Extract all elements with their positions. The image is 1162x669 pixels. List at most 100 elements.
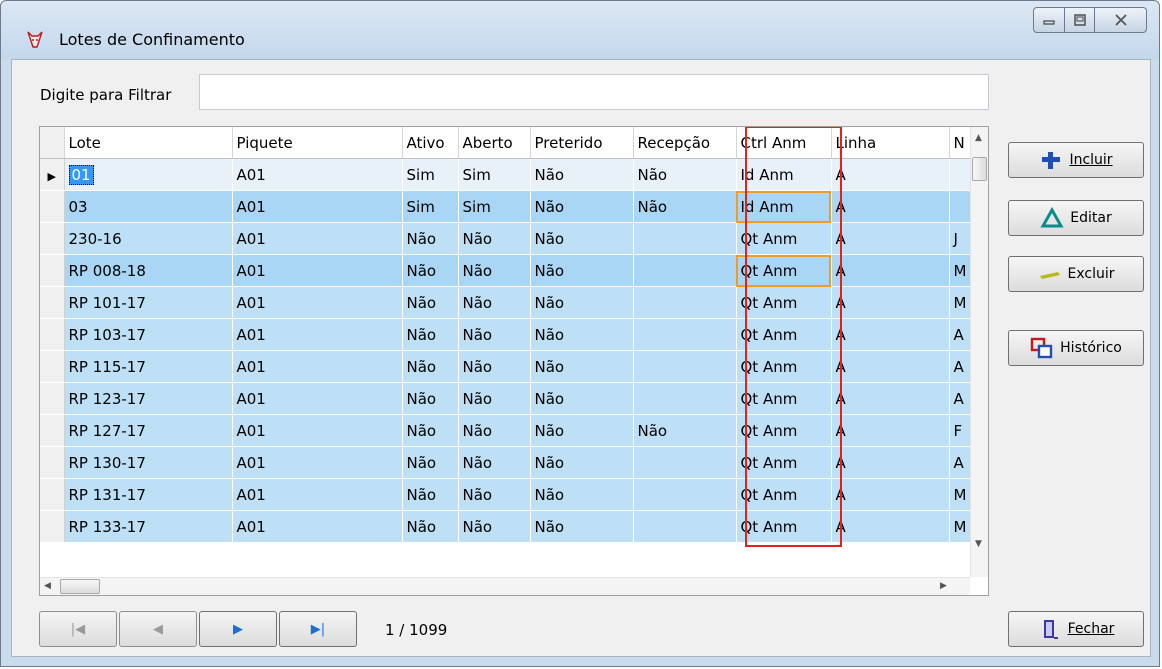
cell-piquete[interactable]: A01 [232,254,403,287]
vertical-scroll-thumb[interactable] [972,157,987,181]
cell-piquete[interactable]: A01 [232,222,403,255]
row-indicator[interactable] [40,286,65,319]
cell-ativo[interactable]: Não [402,446,459,479]
column-header-ativo[interactable]: Ativo [402,127,459,159]
previous-record-button[interactable]: ◀ [119,611,197,647]
row-indicator[interactable]: ▶ [40,158,65,191]
cell-next[interactable]: A [949,318,972,351]
cell-lote[interactable]: 01 [64,158,233,191]
cell-ctrl-anm[interactable]: Qt Anm [736,254,832,287]
cell-lote[interactable]: RP 131-17 [64,478,233,511]
cell-lote[interactable]: 230-16 [64,222,233,255]
cell-linha[interactable]: A [831,254,950,287]
cell-lote[interactable]: 03 [64,190,233,223]
cell-preterido[interactable]: Não [530,158,634,191]
cell-recepcao[interactable] [633,350,737,383]
cell-next[interactable]: M [949,510,972,543]
cell-ativo[interactable]: Sim [402,158,459,191]
horizontal-scroll-thumb[interactable] [60,579,100,594]
cell-aberto[interactable]: Sim [458,158,531,191]
column-header-next[interactable]: N [949,127,972,159]
cell-next[interactable]: A [949,350,972,383]
cell-ativo[interactable]: Não [402,382,459,415]
cell-aberto[interactable]: Não [458,350,531,383]
cell-aberto[interactable]: Não [458,318,531,351]
scroll-left-icon[interactable]: ◀ [44,581,51,591]
cell-ctrl-anm[interactable]: Qt Anm [736,318,832,351]
cell-ctrl-anm[interactable]: Qt Anm [736,382,832,415]
cell-aberto[interactable]: Não [458,382,531,415]
cell-ativo[interactable]: Não [402,350,459,383]
cell-aberto[interactable]: Sim [458,190,531,223]
first-record-button[interactable]: |◀ [39,611,117,647]
cell-ctrl-anm[interactable]: Qt Anm [736,478,832,511]
table-row[interactable]: RP 123-17 A01 Não Não Não Qt Anm A A [40,382,972,415]
cell-next[interactable]: A [949,446,972,479]
cell-piquete[interactable]: A01 [232,286,403,319]
cell-linha[interactable]: A [831,318,950,351]
cell-linha[interactable]: A [831,190,950,223]
column-header-aberto[interactable]: Aberto [458,127,531,159]
cell-recepcao[interactable] [633,510,737,543]
column-header-linha[interactable]: Linha [831,127,950,159]
cell-recepcao[interactable]: Não [633,414,737,447]
table-row[interactable]: RP 133-17 A01 Não Não Não Qt Anm A M [40,510,972,543]
table-row[interactable]: RP 101-17 A01 Não Não Não Qt Anm A M [40,286,972,319]
vertical-scrollbar[interactable]: ▲ ▼ [970,127,988,577]
fechar-button[interactable]: Fechar [1008,611,1144,647]
row-indicator[interactable] [40,318,65,351]
cell-linha[interactable]: A [831,222,950,255]
scroll-down-icon[interactable]: ▼ [975,539,982,549]
cell-lote[interactable]: RP 123-17 [64,382,233,415]
table-row[interactable]: RP 008-18 A01 Não Não Não Qt Anm A M [40,254,972,287]
cell-preterido[interactable]: Não [530,318,634,351]
cell-aberto[interactable]: Não [458,222,531,255]
cell-aberto[interactable]: Não [458,286,531,319]
cell-recepcao[interactable] [633,318,737,351]
table-row[interactable]: ▶ 01 A01 Sim Sim Não Não Id Anm A [40,158,972,191]
cell-aberto[interactable]: Não [458,510,531,543]
cell-aberto[interactable]: Não [458,254,531,287]
cell-linha[interactable]: A [831,478,950,511]
row-indicator[interactable] [40,254,65,287]
table-row[interactable]: RP 131-17 A01 Não Não Não Qt Anm A M [40,478,972,511]
maximize-button[interactable] [1065,7,1095,33]
cell-linha[interactable]: A [831,510,950,543]
table-row[interactable]: 03 A01 Sim Sim Não Não Id Anm A [40,190,972,223]
table-row[interactable]: RP 115-17 A01 Não Não Não Qt Anm A A [40,350,972,383]
cell-ativo[interactable]: Não [402,254,459,287]
cell-piquete[interactable]: A01 [232,414,403,447]
column-header-recepcao[interactable]: Recepção [633,127,737,159]
table-row[interactable]: 230-16 A01 Não Não Não Qt Anm A J [40,222,972,255]
cell-ativo[interactable]: Não [402,414,459,447]
filter-input[interactable] [199,74,989,110]
cell-aberto[interactable]: Não [458,414,531,447]
cell-next[interactable] [949,158,972,191]
cell-linha[interactable]: A [831,382,950,415]
cell-preterido[interactable]: Não [530,222,634,255]
cell-piquete[interactable]: A01 [232,318,403,351]
lotes-grid[interactable]: Lote Piquete Ativo Aberto Preterido Rece… [39,126,989,596]
table-row[interactable]: RP 130-17 A01 Não Não Não Qt Anm A A [40,446,972,479]
cell-ativo[interactable]: Não [402,286,459,319]
cell-aberto[interactable]: Não [458,478,531,511]
cell-recepcao[interactable] [633,478,737,511]
cell-preterido[interactable]: Não [530,286,634,319]
minimize-button[interactable] [1033,7,1065,33]
cell-preterido[interactable]: Não [530,446,634,479]
cell-aberto[interactable]: Não [458,446,531,479]
row-indicator[interactable] [40,350,65,383]
cell-preterido[interactable]: Não [530,190,634,223]
cell-next[interactable]: F [949,414,972,447]
cell-recepcao[interactable]: Não [633,190,737,223]
scroll-right-icon[interactable]: ▶ [940,581,947,591]
cell-preterido[interactable]: Não [530,382,634,415]
cell-piquete[interactable]: A01 [232,190,403,223]
cell-lote[interactable]: RP 130-17 [64,446,233,479]
column-header-ctrl-anm[interactable]: Ctrl Anm [736,127,832,159]
cell-ctrl-anm[interactable]: Qt Anm [736,222,832,255]
cell-ctrl-anm[interactable]: Qt Anm [736,446,832,479]
cell-ctrl-anm[interactable]: Qt Anm [736,510,832,543]
title-bar[interactable]: Lotes de Confinamento [1,1,1159,59]
cell-preterido[interactable]: Não [530,350,634,383]
